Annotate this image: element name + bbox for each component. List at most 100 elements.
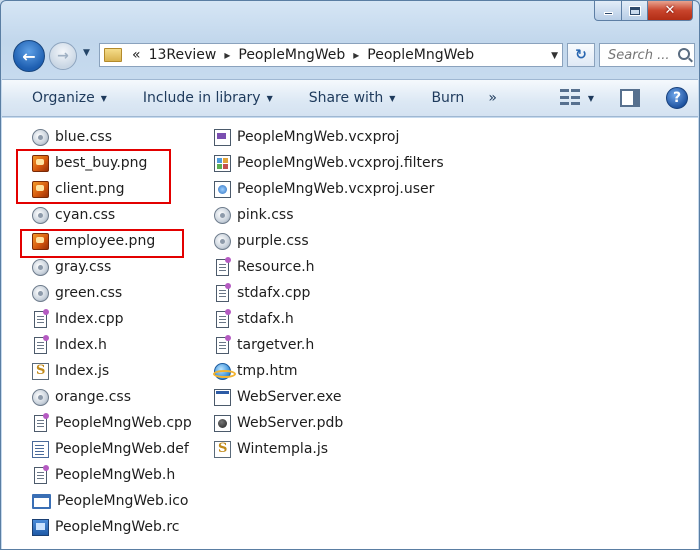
breadcrumb-separator-icon[interactable]: ▸ <box>353 48 359 62</box>
refresh-button[interactable]: ↻ <box>567 43 595 67</box>
file-item[interactable]: employee.png <box>32 228 192 254</box>
file-item[interactable]: Index.h <box>32 332 192 358</box>
file-name: green.css <box>55 285 123 301</box>
file-item[interactable]: best_buy.png <box>32 150 192 176</box>
file-item[interactable]: PeopleMngWeb.cpp <box>32 410 192 436</box>
css-file-icon <box>32 284 49 302</box>
file-item[interactable]: cyan.css <box>32 202 192 228</box>
css-file-icon <box>214 206 231 224</box>
file-item[interactable]: PeopleMngWeb.def <box>32 436 192 462</box>
file-name: stdafx.cpp <box>237 285 311 301</box>
file-name: PeopleMngWeb.cpp <box>55 415 192 431</box>
rc-file-icon <box>32 518 49 536</box>
js-file-icon <box>32 362 49 380</box>
maximize-button[interactable] <box>622 1 648 21</box>
file-item[interactable]: WebServer.exe <box>214 384 444 410</box>
command-bar: Organize ▼ Include in library ▼ Share with… <box>2 79 698 117</box>
file-item[interactable]: client.png <box>32 176 192 202</box>
header-file-icon <box>216 334 231 354</box>
address-dropdown-icon[interactable]: ▼ <box>551 51 558 61</box>
back-arrow-icon: ← <box>22 46 36 66</box>
search-icon[interactable] <box>678 48 690 60</box>
chevron-down-icon: ▼ <box>389 93 396 103</box>
file-item[interactable]: WebServer.pdb <box>214 410 444 436</box>
file-item[interactable]: tmp.htm <box>213 358 444 384</box>
file-item[interactable]: stdafx.cpp <box>214 280 444 306</box>
breadcrumb-peoplemngweb-1[interactable]: PeopleMngWeb <box>238 47 345 63</box>
change-view-icon[interactable] <box>559 89 580 107</box>
breadcrumb-separator-icon[interactable]: ▸ <box>224 48 230 62</box>
htm-file-icon <box>213 362 236 380</box>
file-item[interactable]: orange.css <box>32 384 192 410</box>
file-item[interactable]: PeopleMngWeb.vcxproj.user <box>214 176 444 202</box>
file-item[interactable]: Wintempla.js <box>214 436 444 462</box>
user-file-icon <box>214 180 231 198</box>
file-name: Index.cpp <box>55 311 124 327</box>
file-item[interactable]: green.css <box>32 280 192 306</box>
file-item[interactable]: blue.css <box>32 124 192 150</box>
file-item[interactable]: purple.css <box>214 228 444 254</box>
file-item[interactable]: PeopleMngWeb.ico <box>32 488 192 514</box>
file-name: cyan.css <box>55 207 116 223</box>
png-image-icon <box>32 154 49 172</box>
header-file-icon <box>34 334 49 354</box>
file-name: Resource.h <box>237 259 315 275</box>
forward-button[interactable]: → <box>49 42 77 70</box>
header-file-icon <box>216 308 231 328</box>
breadcrumb-overflow[interactable]: « <box>132 47 141 63</box>
file-item[interactable]: pink.css <box>214 202 444 228</box>
share-with-label: Share with <box>308 90 384 106</box>
file-name: PeopleMngWeb.vcxproj.filters <box>237 155 444 171</box>
file-item[interactable]: targetver.h <box>214 332 444 358</box>
file-name: PeopleMngWeb.vcxproj <box>237 129 400 145</box>
file-item[interactable]: stdafx.h <box>214 306 444 332</box>
folder-icon <box>104 48 122 62</box>
minimize-button[interactable] <box>594 1 622 21</box>
search-input[interactable] <box>608 47 674 63</box>
file-item[interactable]: gray.css <box>32 254 192 280</box>
exe-file-icon <box>214 388 231 406</box>
file-name: gray.css <box>55 259 112 275</box>
more-commands-button[interactable]: » <box>476 90 507 106</box>
back-button[interactable]: ← <box>13 40 45 72</box>
file-name: PeopleMngWeb.vcxproj.user <box>237 181 435 197</box>
file-name: purple.css <box>237 233 309 249</box>
file-item[interactable]: Resource.h <box>214 254 444 280</box>
forward-arrow-icon: → <box>57 48 69 64</box>
explorer-window: ✕ ← → ▼ « 13Review ▸ PeopleMngWeb ▸ Peop… <box>0 0 700 550</box>
view-controls: ▼ ? <box>559 87 688 109</box>
pdb-file-icon <box>214 414 231 432</box>
search-box[interactable] <box>599 43 695 67</box>
file-item[interactable]: PeopleMngWeb.vcxproj <box>214 124 444 150</box>
breadcrumb-13review[interactable]: 13Review <box>149 47 217 63</box>
close-button[interactable]: ✕ <box>648 1 693 21</box>
file-name: Wintempla.js <box>237 441 329 457</box>
view-dropdown-icon[interactable]: ▼ <box>588 94 594 103</box>
refresh-icon: ↻ <box>575 47 587 63</box>
file-item[interactable]: PeopleMngWeb.rc <box>32 514 192 540</box>
file-column-1: blue.css best_buy.png client.png cyan.css em… <box>32 124 192 540</box>
css-file-icon <box>32 388 49 406</box>
header-file-icon <box>216 256 231 276</box>
file-name: best_buy.png <box>55 155 148 171</box>
file-list: blue.css best_buy.png client.png cyan.css em… <box>2 118 698 549</box>
png-image-icon <box>32 180 49 198</box>
organize-menu[interactable]: Organize ▼ <box>2 90 119 106</box>
file-item[interactable]: Index.js <box>32 358 192 384</box>
burn-button[interactable]: Burn <box>407 90 476 106</box>
file-item[interactable]: Index.cpp <box>32 306 192 332</box>
cpp-file-icon <box>216 282 231 302</box>
help-icon[interactable]: ? <box>666 87 688 109</box>
share-with-menu[interactable]: Share with ▼ <box>285 90 408 106</box>
include-in-library-menu[interactable]: Include in library ▼ <box>119 90 285 106</box>
file-name: WebServer.pdb <box>237 415 344 431</box>
cpp-file-icon <box>34 412 49 432</box>
preview-pane-icon[interactable] <box>620 89 640 107</box>
file-item[interactable]: PeopleMngWeb.h <box>32 462 192 488</box>
file-item[interactable]: PeopleMngWeb.vcxproj.filters <box>214 150 444 176</box>
recent-pages-dropdown[interactable]: ▼ <box>83 48 90 58</box>
breadcrumb-peoplemngweb-2[interactable]: PeopleMngWeb <box>367 47 474 63</box>
png-image-icon <box>32 232 49 250</box>
ico-file-icon <box>32 493 51 509</box>
address-bar[interactable]: « 13Review ▸ PeopleMngWeb ▸ PeopleMngWeb… <box>99 43 563 67</box>
